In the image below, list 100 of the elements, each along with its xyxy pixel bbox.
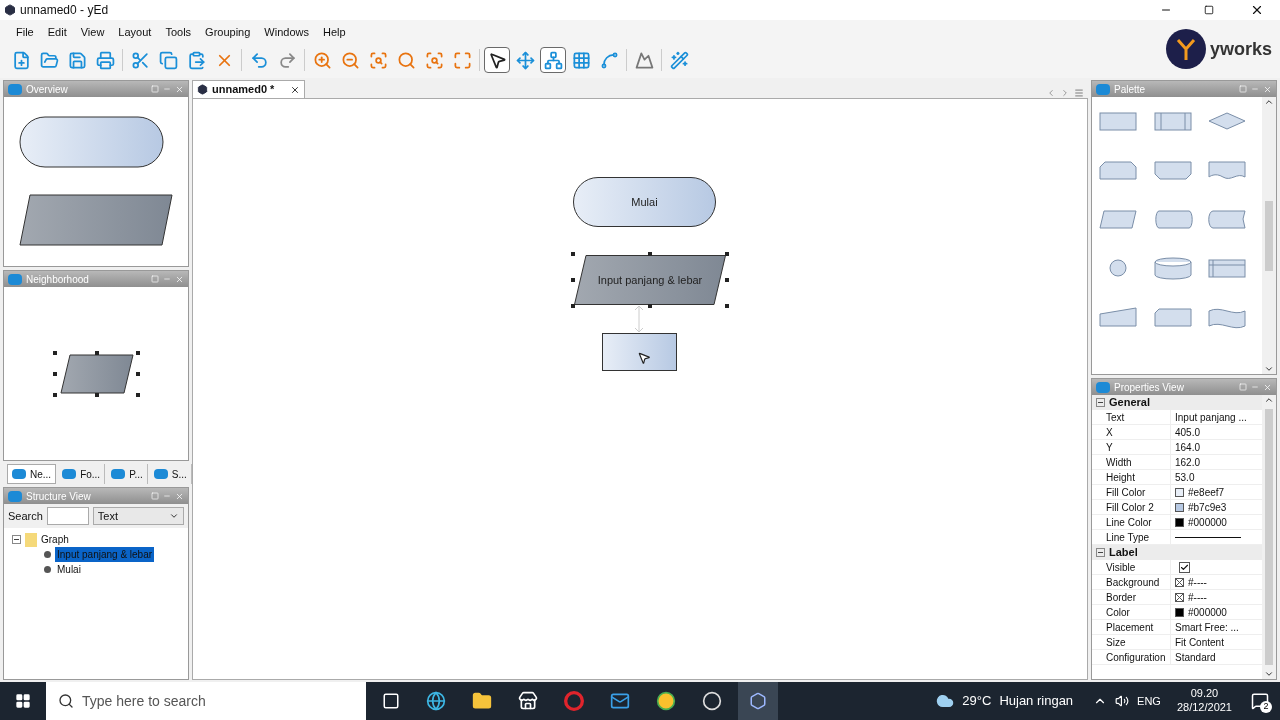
restore-icon[interactable]	[1239, 383, 1247, 391]
palette-shape-icon[interactable]	[1152, 305, 1193, 329]
section-toggle[interactable]	[1096, 548, 1105, 557]
restore-icon[interactable]	[151, 85, 159, 93]
restore-icon[interactable]	[151, 492, 159, 500]
panel-tab[interactable]: Fo...	[58, 464, 106, 484]
property-value[interactable]: Fit Content	[1175, 634, 1224, 650]
palette-shape-icon[interactable]	[1152, 109, 1193, 133]
panel-tab[interactable]: P...	[107, 464, 148, 484]
pin-icon[interactable]	[163, 85, 171, 93]
scroll-thumb[interactable]	[1265, 200, 1273, 271]
restore-icon[interactable]	[1239, 85, 1247, 93]
palette-shape-icon[interactable]	[1098, 158, 1138, 182]
notification-button[interactable]: 2	[1248, 689, 1272, 713]
color-swatch[interactable]	[1175, 607, 1184, 617]
tab-list-icon[interactable]	[1074, 88, 1084, 98]
scrollbar[interactable]	[1262, 97, 1276, 374]
tree-item[interactable]: Mulai	[55, 562, 83, 577]
menu-item[interactable]: Tools	[165, 23, 192, 41]
scroll-up-icon[interactable]	[1264, 395, 1274, 405]
menu-item[interactable]: Edit	[47, 23, 67, 41]
menu-item[interactable]: Help	[322, 23, 346, 41]
palette-shape-icon[interactable]	[1152, 207, 1193, 231]
palette-shape-icon[interactable]	[1207, 207, 1248, 231]
pin-icon[interactable]	[163, 492, 171, 500]
palette-shape-icon[interactable]	[1152, 158, 1193, 182]
diagram-canvas[interactable]: Mulai Input panjang & lebar	[192, 98, 1088, 680]
scroll-right-icon[interactable]	[1060, 88, 1070, 98]
property-value[interactable]: Smart Free: ...	[1175, 619, 1239, 635]
section-toggle[interactable]	[1096, 398, 1105, 407]
pin-icon[interactable]	[1251, 85, 1259, 93]
file-explorer-icon[interactable]	[472, 691, 492, 711]
property-value[interactable]: 164.0	[1175, 439, 1201, 455]
menu-item[interactable]: Layout	[118, 23, 152, 41]
volume-icon[interactable]	[1115, 694, 1130, 708]
property-value[interactable]: #000000	[1188, 604, 1227, 620]
edge-arrow[interactable]	[633, 305, 645, 333]
property-value[interactable]: #000000	[1188, 514, 1227, 530]
selection-handle[interactable]	[571, 278, 575, 282]
line-type-sample[interactable]	[1175, 536, 1241, 538]
palette-shape-icon[interactable]	[1098, 207, 1138, 231]
language-indicator[interactable]: ENG	[1137, 692, 1161, 710]
selection-handle[interactable]	[648, 304, 652, 308]
palette-shape-icon[interactable]	[1098, 109, 1138, 133]
property-value[interactable]: 405.0	[1175, 424, 1201, 440]
panel-tab[interactable]: S...	[149, 464, 192, 484]
terminator-node[interactable]: Mulai	[573, 177, 716, 227]
menu-item[interactable]: File	[16, 23, 34, 41]
selection-handle[interactable]	[571, 304, 575, 308]
parallelogram-node[interactable]: Input panjang & lebar	[574, 255, 726, 305]
taskbar-app-button[interactable]	[738, 682, 778, 720]
task-view-icon[interactable]	[382, 692, 400, 710]
pin-icon[interactable]	[1251, 383, 1259, 391]
menu-item[interactable]: View	[80, 23, 105, 41]
palette-shape-icon[interactable]	[1207, 158, 1248, 182]
close-tab-icon[interactable]	[290, 84, 301, 95]
toolbar-button[interactable]	[484, 47, 510, 73]
property-value[interactable]: Standard	[1175, 649, 1216, 665]
checkbox[interactable]	[1179, 561, 1190, 573]
menu-item[interactable]: Windows	[264, 23, 309, 41]
scroll-down-icon[interactable]	[1264, 364, 1274, 374]
property-value[interactable]: 53.0	[1175, 469, 1195, 485]
scrollbar[interactable]	[1262, 395, 1276, 679]
scroll-up-icon[interactable]	[1264, 97, 1274, 107]
store-icon[interactable]	[518, 691, 538, 711]
property-value[interactable]: #----	[1188, 589, 1207, 605]
no-color-icon[interactable]	[1175, 577, 1184, 587]
filter-dropdown[interactable]: Text	[92, 507, 184, 525]
pin-icon[interactable]	[163, 275, 171, 283]
restore-icon[interactable]	[151, 275, 159, 283]
palette-shape-icon[interactable]	[1207, 256, 1248, 280]
close-icon[interactable]	[1250, 3, 1264, 17]
property-value[interactable]: Input panjang ...	[1175, 409, 1247, 425]
mail-icon[interactable]	[610, 691, 630, 711]
scroll-thumb[interactable]	[1265, 409, 1273, 665]
selection-handle[interactable]	[725, 278, 729, 282]
selection-handle[interactable]	[571, 252, 575, 256]
selection-handle[interactable]	[725, 304, 729, 308]
tree-item[interactable]: Graph	[41, 532, 69, 547]
browser-icon[interactable]	[426, 691, 446, 711]
maximize-icon[interactable]	[1204, 5, 1214, 15]
document-tab[interactable]: unnamed0 *	[192, 80, 306, 98]
color-swatch[interactable]	[1175, 502, 1184, 512]
panel-tab[interactable]: Ne...	[7, 464, 57, 484]
collapse-toggle[interactable]	[12, 535, 21, 544]
search-field[interactable]	[46, 507, 89, 525]
color-swatch[interactable]	[1175, 517, 1184, 527]
process-node[interactable]	[602, 333, 677, 371]
palette-shape-icon[interactable]	[1152, 256, 1193, 280]
color-swatch[interactable]	[1175, 487, 1184, 497]
property-value[interactable]: 162.0	[1175, 454, 1201, 470]
property-value[interactable]: #e8eef7	[1188, 484, 1225, 500]
menu-item[interactable]: Grouping	[205, 23, 251, 41]
scroll-down-icon[interactable]	[1264, 669, 1274, 679]
taskbar-search-field[interactable]: Type here to search	[46, 682, 366, 720]
property-value[interactable]: #----	[1188, 574, 1207, 590]
selection-handle[interactable]	[648, 252, 652, 256]
scroll-left-icon[interactable]	[1046, 88, 1056, 98]
palette-shape-icon[interactable]	[1098, 305, 1138, 329]
selection-handle[interactable]	[725, 252, 729, 256]
